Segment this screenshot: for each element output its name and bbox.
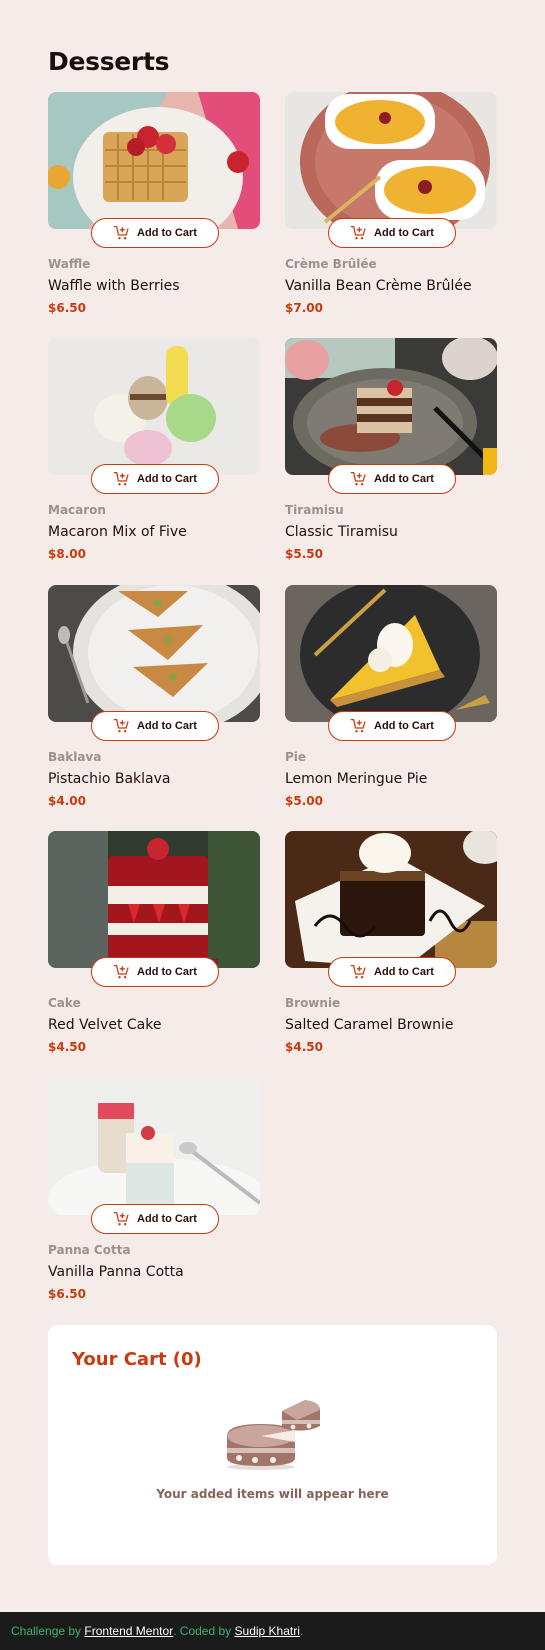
- product-price: $4.50: [285, 1040, 323, 1054]
- add-to-cart-label: Add to Cart: [137, 966, 197, 978]
- cart-plus-icon: [113, 225, 130, 241]
- product-image-panna-cotta: [48, 1078, 260, 1215]
- footer-middle: . Coded by: [173, 1624, 232, 1638]
- empty-cart-illustration-icon: [225, 1396, 322, 1471]
- product-image-brownie: [285, 831, 497, 968]
- cart-plus-icon: [350, 225, 367, 241]
- product-price: $4.50: [48, 1040, 86, 1054]
- cart-title: Your Cart (0): [72, 1349, 202, 1370]
- product-category: Baklava: [48, 750, 102, 764]
- cart-plus-icon: [350, 471, 367, 487]
- product-price: $4.00: [48, 794, 86, 808]
- add-to-cart-button[interactable]: Add to Cart: [328, 218, 456, 248]
- product-name: Lemon Meringue Pie: [285, 771, 428, 787]
- product-category: Tiramisu: [285, 503, 344, 517]
- frontend-mentor-link[interactable]: Frontend Mentor: [84, 1624, 173, 1638]
- cart-plus-icon: [113, 471, 130, 487]
- add-to-cart-button[interactable]: Add to Cart: [91, 218, 219, 248]
- product-card-macaron: Add to Cart Macaron Macaron Mix of Five …: [48, 338, 260, 561]
- product-price: $5.00: [285, 794, 323, 808]
- add-to-cart-button[interactable]: Add to Cart: [91, 464, 219, 494]
- cart-plus-icon: [113, 964, 130, 980]
- product-image-pie: [285, 585, 497, 722]
- cart-panel: Your Cart (0) Your added items will appe…: [48, 1325, 497, 1565]
- add-to-cart-button[interactable]: Add to Cart: [328, 464, 456, 494]
- product-image-cake: [48, 831, 260, 968]
- product-card-panna-cotta: Add to Cart Panna Cotta Vanilla Panna Co…: [48, 1078, 260, 1301]
- page-title: Desserts: [48, 47, 170, 76]
- cart-plus-icon: [350, 964, 367, 980]
- product-price: $5.50: [285, 547, 323, 561]
- cart-plus-icon: [113, 718, 130, 734]
- product-category: Brownie: [285, 996, 341, 1010]
- author-link[interactable]: Sudip Khatri: [235, 1624, 300, 1638]
- product-name: Macaron Mix of Five: [48, 524, 187, 540]
- product-card-brownie: Add to Cart Brownie Salted Caramel Brown…: [285, 831, 497, 1054]
- product-card-pie: Add to Cart Pie Lemon Meringue Pie $5.00: [285, 585, 497, 808]
- product-card-tiramisu: Add to Cart Tiramisu Classic Tiramisu $5…: [285, 338, 497, 561]
- add-to-cart-label: Add to Cart: [137, 227, 197, 239]
- product-card-waffle: Add to Cart Waffle Waffle with Berries $…: [48, 92, 260, 315]
- add-to-cart-label: Add to Cart: [374, 227, 434, 239]
- cart-empty-message: Your added items will appear here: [156, 1487, 389, 1501]
- product-price: $8.00: [48, 547, 86, 561]
- attribution-footer: Challenge by Frontend Mentor. Coded by S…: [0, 1612, 545, 1650]
- product-category: Macaron: [48, 503, 106, 517]
- product-image-macaron: [48, 338, 260, 475]
- add-to-cart-button[interactable]: Add to Cart: [91, 957, 219, 987]
- product-category: Waffle: [48, 257, 91, 271]
- product-category: Crème Brûlée: [285, 257, 377, 271]
- add-to-cart-label: Add to Cart: [137, 720, 197, 732]
- add-to-cart-button[interactable]: Add to Cart: [91, 1204, 219, 1234]
- product-card-cake: Add to Cart Cake Red Velvet Cake $4.50: [48, 831, 260, 1054]
- add-to-cart-label: Add to Cart: [374, 720, 434, 732]
- add-to-cart-label: Add to Cart: [374, 966, 434, 978]
- product-category: Cake: [48, 996, 81, 1010]
- add-to-cart-button[interactable]: Add to Cart: [328, 957, 456, 987]
- product-image-baklava: [48, 585, 260, 722]
- add-to-cart-button[interactable]: Add to Cart: [328, 711, 456, 741]
- add-to-cart-button[interactable]: Add to Cart: [91, 711, 219, 741]
- product-name: Waffle with Berries: [48, 278, 180, 294]
- add-to-cart-label: Add to Cart: [374, 473, 434, 485]
- add-to-cart-label: Add to Cart: [137, 473, 197, 485]
- cart-plus-icon: [113, 1211, 130, 1227]
- product-name: Classic Tiramisu: [285, 524, 398, 540]
- product-category: Panna Cotta: [48, 1243, 131, 1257]
- product-card-creme-brulee: Add to Cart Crème Brûlée Vanilla Bean Cr…: [285, 92, 497, 315]
- cart-plus-icon: [350, 718, 367, 734]
- product-price: $7.00: [285, 301, 323, 315]
- add-to-cart-label: Add to Cart: [137, 1213, 197, 1225]
- footer-suffix: .: [299, 1624, 304, 1638]
- product-image-tiramisu: [285, 338, 497, 475]
- product-category: Pie: [285, 750, 307, 764]
- product-image-waffle: [48, 92, 260, 229]
- product-name: Vanilla Panna Cotta: [48, 1264, 184, 1280]
- product-name: Pistachio Baklava: [48, 771, 171, 787]
- product-name: Salted Caramel Brownie: [285, 1017, 454, 1033]
- product-price: $6.50: [48, 301, 86, 315]
- product-card-baklava: Add to Cart Baklava Pistachio Baklava $4…: [48, 585, 260, 808]
- product-name: Vanilla Bean Crème Brûlée: [285, 278, 472, 294]
- product-image-creme-brulee: [285, 92, 497, 229]
- product-name: Red Velvet Cake: [48, 1017, 162, 1033]
- footer-prefix: Challenge by: [11, 1624, 82, 1638]
- product-price: $6.50: [48, 1287, 86, 1301]
